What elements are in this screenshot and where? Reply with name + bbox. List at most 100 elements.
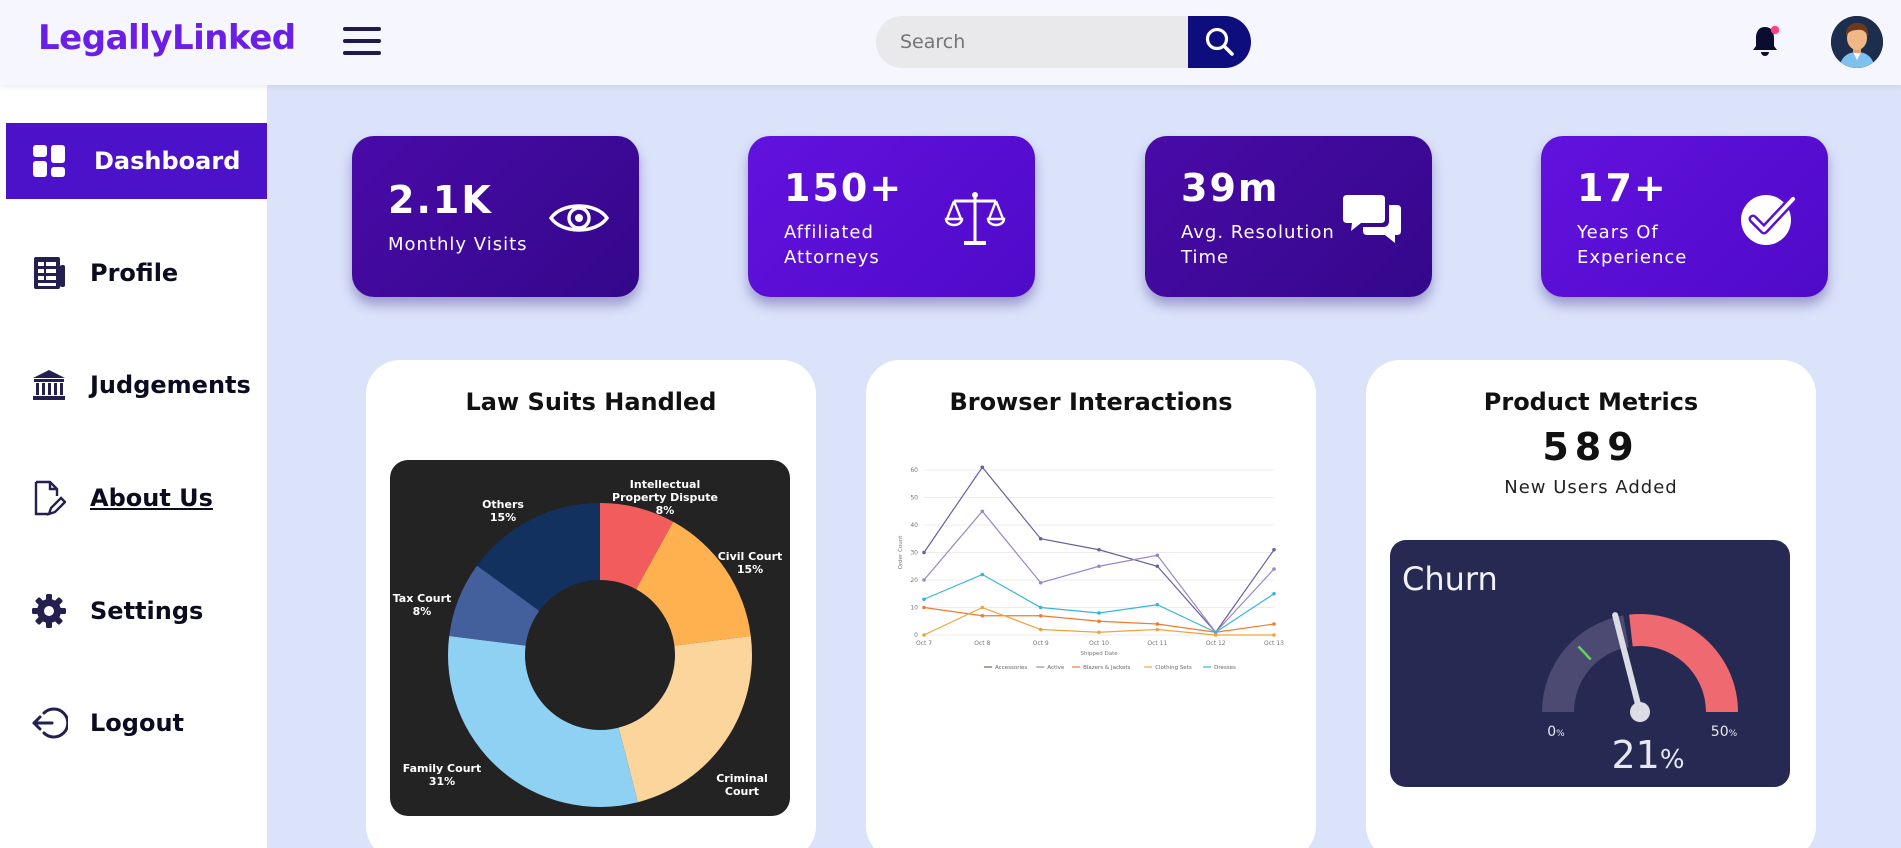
sidebar-item-settings[interactable]: Settings xyxy=(6,573,267,649)
search-bar xyxy=(876,16,1251,68)
data-point[interactable] xyxy=(1097,611,1101,615)
data-point[interactable] xyxy=(1272,622,1276,626)
panel-title: Law Suits Handled xyxy=(465,388,717,416)
user-avatar-icon xyxy=(1831,16,1883,68)
data-point[interactable] xyxy=(922,550,926,555)
sidebar: Dashboard Profile Judgements About Us Se… xyxy=(0,85,267,848)
x-tick-label: Oct 10 xyxy=(1089,640,1109,647)
sidebar-item-label: Logout xyxy=(90,709,185,737)
data-point[interactable] xyxy=(1038,605,1043,610)
sidebar-item-label: Settings xyxy=(90,597,204,625)
checkmark-icon xyxy=(1736,186,1800,250)
data-point[interactable] xyxy=(1155,622,1160,626)
search-icon xyxy=(1205,27,1234,56)
data-point[interactable] xyxy=(1097,630,1101,635)
search-button[interactable] xyxy=(1188,16,1251,68)
new-users-label: New Users Added xyxy=(1504,477,1678,498)
gauge-hub xyxy=(1630,702,1650,722)
notification-button[interactable] xyxy=(1749,24,1781,60)
scales-icon xyxy=(943,186,1007,250)
data-point[interactable] xyxy=(1272,633,1276,637)
data-point[interactable] xyxy=(922,578,926,582)
bell-icon xyxy=(1753,25,1780,56)
stat-card-avg-resolution-time: 39m Avg. Resolution Time xyxy=(1145,136,1432,297)
donut-slice[interactable] xyxy=(448,635,638,807)
donut-slice-label: 15% xyxy=(490,511,516,524)
sidebar-item-label: Dashboard xyxy=(94,147,241,175)
donut-slice-label: 31% xyxy=(429,775,455,788)
hamburger-icon xyxy=(343,27,381,31)
donut-slice-label: Property Dispute xyxy=(612,491,718,504)
data-point[interactable] xyxy=(922,597,926,602)
legend-item[interactable]: Dresses xyxy=(1214,665,1236,671)
chat-icon xyxy=(1340,186,1404,250)
data-point[interactable] xyxy=(1155,627,1160,632)
legend-item[interactable]: Clothing Sets xyxy=(1155,665,1192,671)
stat-value: 150+ xyxy=(784,166,904,210)
legend-item[interactable]: Active xyxy=(1047,665,1065,671)
stat-label: Avg. Resolution Time xyxy=(1181,222,1335,268)
data-point[interactable] xyxy=(1038,613,1043,618)
gauge-min-label: 0% xyxy=(1547,724,1565,740)
new-users-value: 589 xyxy=(1542,425,1640,469)
data-point[interactable] xyxy=(922,605,926,610)
data-point[interactable] xyxy=(980,572,985,577)
lawsuits-panel: Law Suits Handled Intellectual Property D… xyxy=(366,360,816,848)
x-axis-label: Shipped Date xyxy=(1080,651,1118,657)
sidebar-item-dashboard[interactable]: Dashboard xyxy=(6,123,267,199)
data-point[interactable] xyxy=(1155,553,1160,558)
data-point[interactable] xyxy=(1038,536,1043,541)
donut-slice-label: Others xyxy=(482,498,524,511)
data-point[interactable] xyxy=(980,509,985,514)
panel-title: Product Metrics xyxy=(1483,388,1699,416)
data-point[interactable] xyxy=(980,465,985,470)
stat-label: Affiliated Attorneys xyxy=(784,222,880,268)
y-tick-label: 60 xyxy=(910,467,918,474)
sidebar-item-logout[interactable]: Logout xyxy=(6,685,267,761)
user-avatar[interactable] xyxy=(1831,16,1883,68)
data-point[interactable] xyxy=(980,605,985,610)
sidebar-item-judgements[interactable]: Judgements xyxy=(6,347,267,423)
logout-icon xyxy=(28,702,70,744)
stat-label: Monthly Visits xyxy=(388,234,528,255)
sidebar-item-label: Profile xyxy=(90,259,179,287)
brand-logo[interactable]: LegallyLinked xyxy=(38,18,296,58)
menu-toggle-button[interactable] xyxy=(343,27,383,57)
data-point[interactable] xyxy=(1038,580,1043,585)
data-point[interactable] xyxy=(1272,547,1276,552)
sidebar-item-about-us[interactable]: About Us xyxy=(6,460,267,536)
y-tick-label: 0 xyxy=(914,632,918,639)
donut-slice-label: Criminal xyxy=(716,772,768,785)
stat-value: 39m xyxy=(1181,166,1280,210)
data-point[interactable] xyxy=(1155,564,1160,569)
y-axis-label: Order Count xyxy=(898,535,904,570)
donut-slice-label: Court xyxy=(725,785,759,798)
gauge-value: 21% xyxy=(1611,733,1684,777)
data-point[interactable] xyxy=(1272,567,1276,571)
data-point[interactable] xyxy=(1097,619,1101,624)
churn-gauge: Churn 0% 50% 21% xyxy=(1390,540,1790,787)
x-tick-label: Oct 7 xyxy=(916,640,932,647)
dashboard-icon xyxy=(28,140,70,182)
churn-title: Churn xyxy=(1402,560,1498,598)
legend-item[interactable]: Blazers & Jackets xyxy=(1083,665,1130,671)
legend-item[interactable]: Accessories xyxy=(995,665,1027,671)
x-tick-label: Oct 9 xyxy=(1033,640,1049,647)
donut-slice-label: 8% xyxy=(413,605,432,618)
data-point[interactable] xyxy=(1272,591,1276,596)
sidebar-item-label: About Us xyxy=(90,484,213,512)
y-tick-label: 30 xyxy=(910,550,918,557)
stat-label: Years Of Experience xyxy=(1577,222,1688,268)
data-point[interactable] xyxy=(1155,602,1160,607)
data-point[interactable] xyxy=(922,633,926,637)
search-input[interactable] xyxy=(876,16,1206,68)
data-point[interactable] xyxy=(1097,547,1101,552)
donut-slice-label: Intellectual xyxy=(630,478,700,491)
x-tick-label: Oct 12 xyxy=(1206,640,1226,647)
data-point[interactable] xyxy=(1038,627,1043,632)
data-point[interactable] xyxy=(980,613,985,618)
data-point[interactable] xyxy=(1213,630,1218,635)
sidebar-item-profile[interactable]: Profile xyxy=(6,235,267,311)
data-point[interactable] xyxy=(1097,564,1101,569)
courthouse-icon xyxy=(28,364,70,406)
